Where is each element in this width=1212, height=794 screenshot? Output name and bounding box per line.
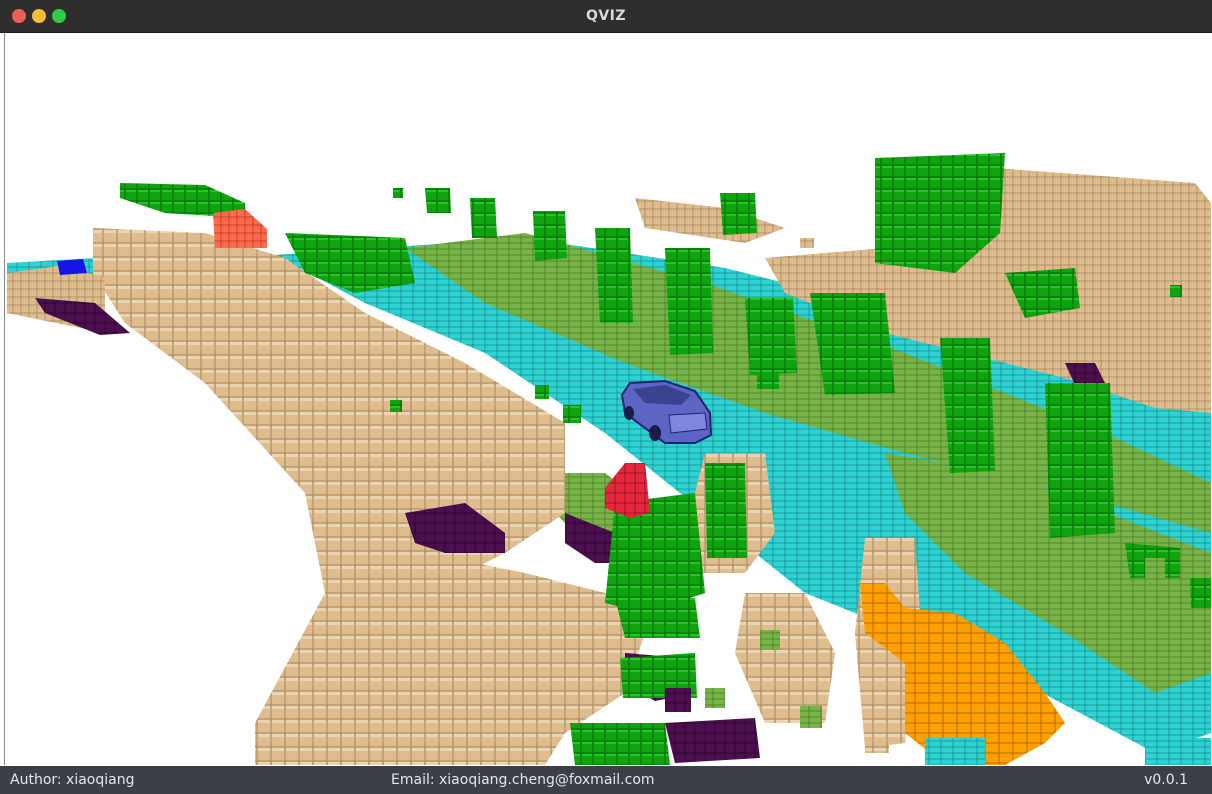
3d-viewport[interactable]: [4, 33, 1211, 765]
window-title: QVIZ: [585, 8, 627, 24]
title-bar[interactable]: QVIZ: [0, 0, 1212, 33]
tree-pillar-green: [705, 463, 747, 558]
tree-9: [720, 193, 757, 235]
tree-10: [425, 188, 451, 213]
building-block-mid: [735, 593, 835, 723]
tree-4: [745, 298, 797, 375]
vegetation-edge-right: [1190, 578, 1211, 608]
close-button[interactable]: [12, 9, 26, 23]
minimize-button[interactable]: [32, 9, 46, 23]
status-bar: Author: xiaoqiang Email: xiaoqiang.cheng…: [0, 766, 1212, 794]
tree-3: [665, 248, 713, 355]
building-top-strip: [635, 198, 785, 243]
vegetation-lower-3: [570, 723, 670, 765]
sidewalk-patch-4: [665, 718, 760, 763]
pole-object: [57, 259, 87, 275]
tree-8: [470, 198, 497, 238]
version-label: v0.0.1: [1144, 772, 1188, 788]
vegetation-lower-1: [615, 598, 700, 638]
voxel-scene[interactable]: [5, 33, 1211, 765]
author-label: Author: xiaoqiang: [10, 772, 135, 788]
email-label: Email: xiaoqiang.cheng@foxmail.com: [391, 772, 655, 788]
tree-7: [1045, 383, 1115, 538]
other-object: [213, 209, 267, 248]
tree-1: [533, 211, 567, 261]
app-window: QVIZ Author: xiaoqiang Email: xiaoqiang.…: [0, 0, 1212, 794]
tree-2: [595, 228, 633, 323]
maximize-button[interactable]: [52, 9, 66, 23]
person-voxels: [605, 463, 650, 518]
